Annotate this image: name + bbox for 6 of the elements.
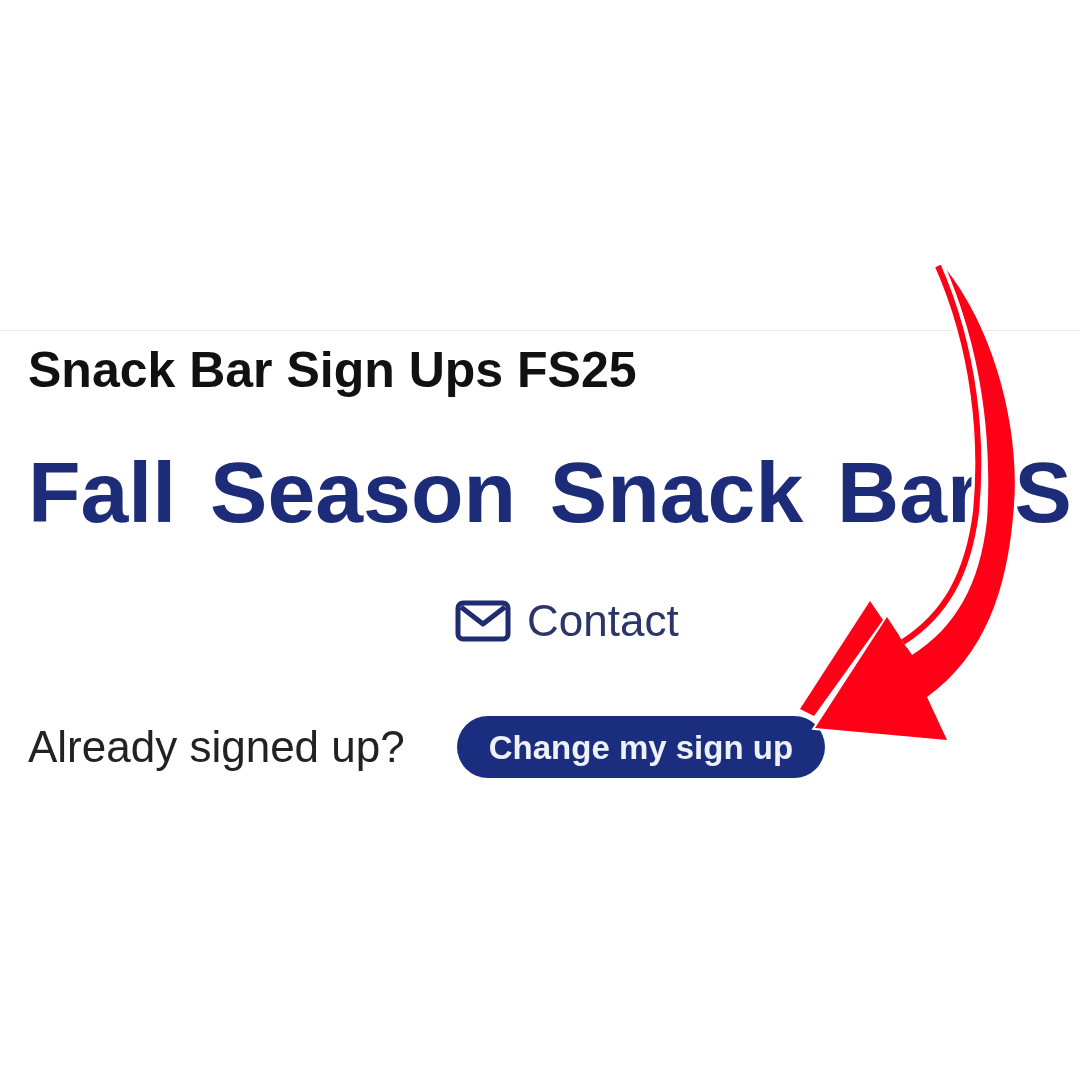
change-sign-up-button[interactable]: Change my sign up <box>456 716 826 778</box>
page-title: Snack Bar Sign Ups FS25 <box>28 345 637 395</box>
sign-up-prompt: Already signed up? <box>28 725 405 769</box>
contact-link[interactable]: Contact <box>455 599 679 643</box>
mail-icon <box>455 600 511 642</box>
page-heading: Fall Season Snack Bar S <box>28 449 1072 535</box>
